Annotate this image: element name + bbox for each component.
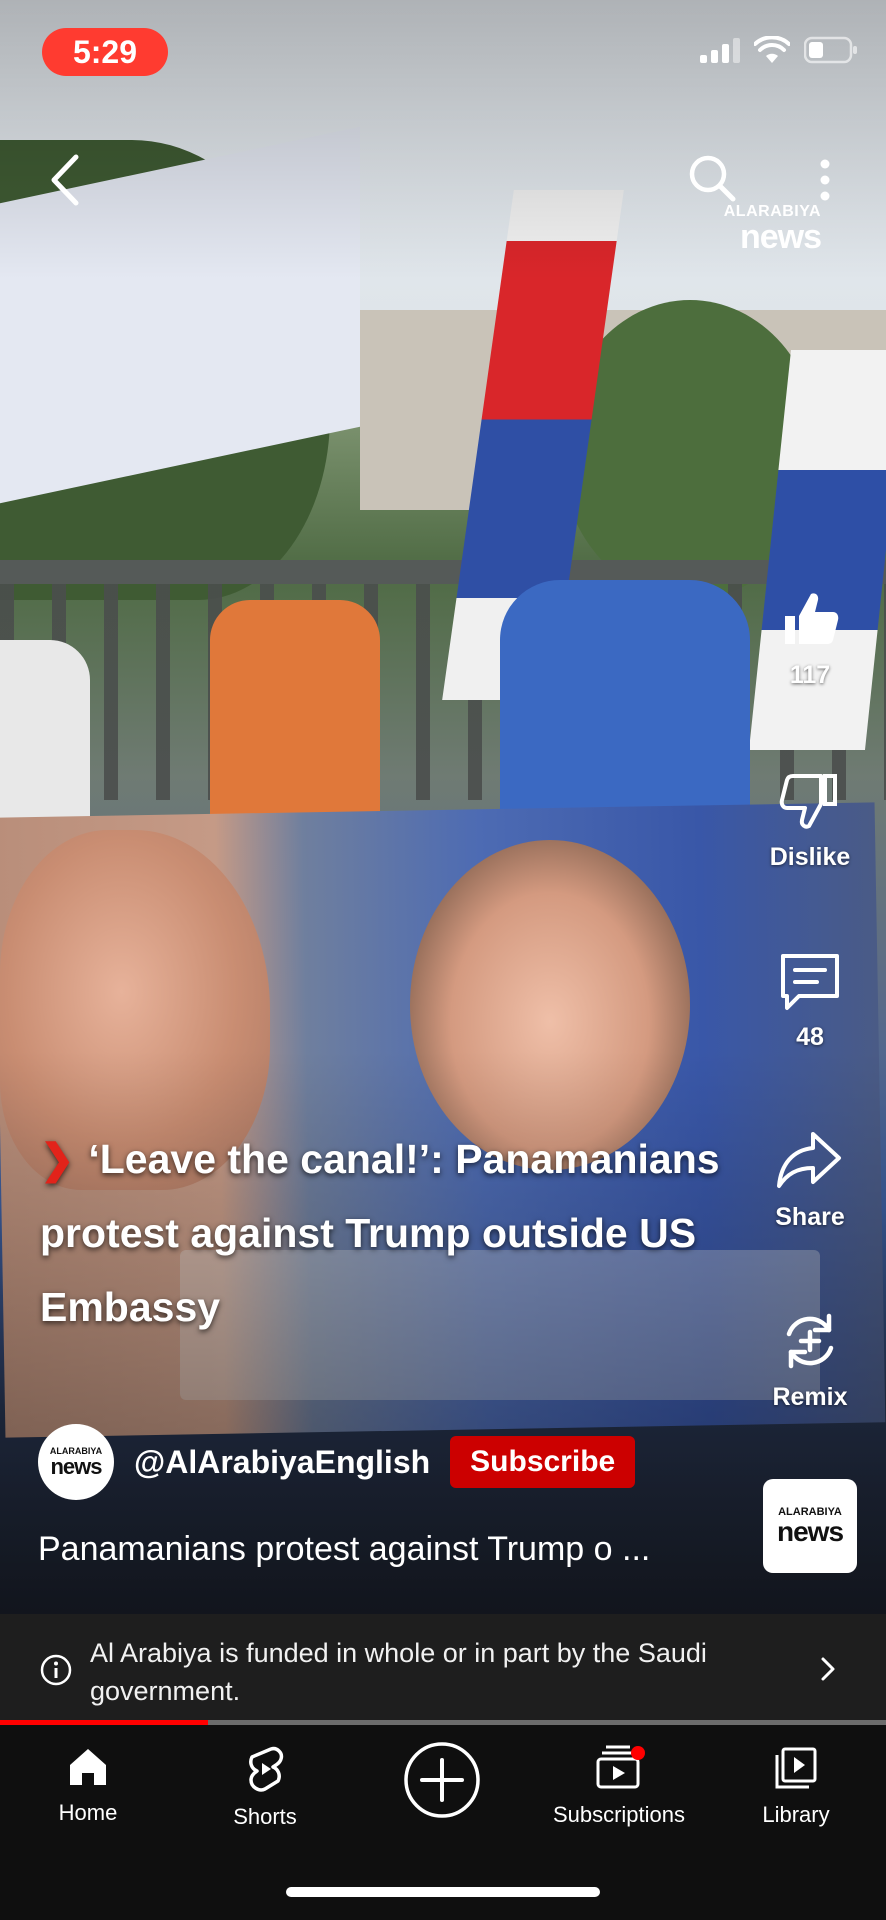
signal-icon [700, 37, 740, 68]
wifi-icon [753, 35, 791, 69]
fence-rail [0, 560, 886, 584]
search-button[interactable] [684, 150, 740, 206]
nav-library-label: Library [762, 1802, 830, 1827]
funding-info-panel[interactable]: Al Arabiya is funded in whole or in part… [0, 1614, 886, 1725]
brand-watermark: ALARABIYA news [723, 203, 822, 256]
chevron-right-icon [818, 1654, 838, 1689]
subscribe-button[interactable]: Subscribe [450, 1436, 636, 1488]
protester-left [210, 600, 380, 820]
shorts-icon [249, 1746, 284, 1792]
back-arrow-icon [51, 154, 79, 206]
comments-button[interactable]: 48 [755, 948, 865, 1052]
chevron-right-icon: ❯ [40, 1136, 75, 1182]
search-icon [689, 155, 736, 202]
nav-home-label: Home [58, 1800, 118, 1825]
more-vert-icon [820, 159, 830, 201]
subscriptions-icon [596, 1745, 645, 1789]
remix-icon [786, 1313, 834, 1369]
back-button[interactable] [40, 150, 90, 210]
nav-subscriptions-label: Subscriptions [552, 1802, 686, 1827]
channel-thumbnail[interactable]: ALARABIYA news [763, 1479, 857, 1573]
funding-info-text: Al Arabiya is funded in whole or in part… [90, 1638, 707, 1706]
channel-row: ALARABIYA news @AlArabiyaEnglish Subscri… [38, 1424, 636, 1500]
protester-left-edge [0, 640, 90, 820]
remix-label: Remix [772, 1383, 848, 1411]
protester-right [500, 580, 750, 820]
nav-subscriptions[interactable]: Subscriptions [539, 1745, 699, 1828]
dislike-label: Dislike [769, 843, 851, 871]
thumbs-up-icon [785, 593, 839, 644]
comment-icon [781, 954, 839, 1010]
create-button[interactable] [362, 1740, 522, 1825]
battery-icon [803, 36, 858, 69]
like-count: 117 [789, 661, 831, 689]
home-icon [70, 1749, 106, 1785]
dislike-button[interactable]: Dislike [755, 768, 865, 872]
info-icon [40, 1654, 72, 1691]
status-icons [700, 35, 858, 69]
add-circle-icon [404, 1742, 480, 1818]
fence [0, 560, 886, 800]
channel-handle[interactable]: @AlArabiyaEnglish [134, 1444, 430, 1481]
more-options-button[interactable] [810, 152, 840, 208]
headline-text: ‘Leave the canal!’: Panamanians protest … [40, 1136, 720, 1330]
status-time: 5:29 [42, 28, 168, 76]
channel-avatar[interactable]: ALARABIYA news [38, 1424, 114, 1500]
video-headline: ❯ ‘Leave the canal!’: Panamanians protest… [40, 1122, 780, 1344]
home-indicator[interactable] [286, 1887, 600, 1897]
nav-library[interactable]: Library [716, 1745, 876, 1828]
nav-home[interactable]: Home [8, 1745, 168, 1826]
share-icon [777, 1132, 841, 1188]
comments-count: 48 [796, 1023, 824, 1051]
library-icon [775, 1747, 817, 1789]
thumbs-down-icon [779, 774, 837, 829]
video-title[interactable]: Panamanians protest against Trump o ... [38, 1530, 738, 1569]
like-button[interactable]: 117 [755, 586, 865, 690]
nav-shorts-label: Shorts [233, 1804, 297, 1829]
nav-shorts[interactable]: Shorts [185, 1745, 345, 1830]
